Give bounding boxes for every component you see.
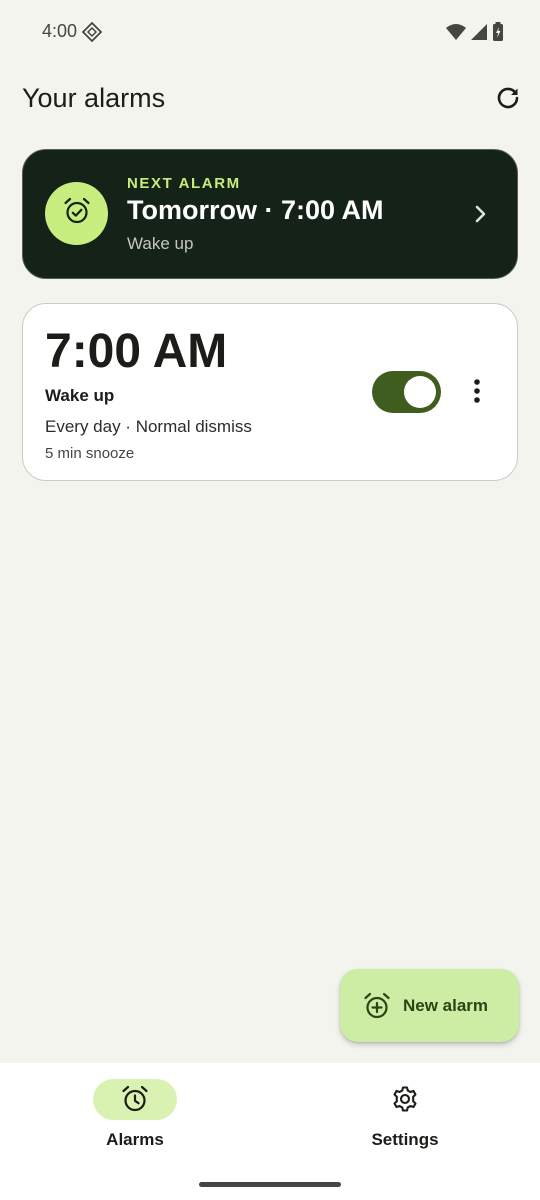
wifi-icon [446,23,466,46]
nav-item-alarms[interactable]: Alarms [0,1063,270,1163]
next-alarm-card[interactable]: NEXT ALARM Tomorrow · 7:00 AM Wake up [22,149,518,279]
nav-item-settings[interactable]: Settings [270,1063,540,1163]
nav-label-settings: Settings [371,1130,439,1149]
alarm-add-icon [363,992,391,1020]
gear-icon [391,1085,419,1113]
alarm-enabled-toggle[interactable] [372,371,441,413]
new-alarm-button[interactable]: New alarm [340,969,519,1042]
signal-icon [470,23,488,46]
bottom-nav: Alarms Settings [0,1063,540,1200]
alarm-time: 7:00 AM [45,325,228,378]
alarm-repeat: Every day · Normal dismiss [45,417,252,436]
alarm-name: Wake up [45,386,115,405]
next-alarm-when: Tomorrow · 7:00 AM [127,195,384,225]
nav-label-alarms: Alarms [106,1130,164,1149]
status-icons [446,22,504,47]
alarm-card[interactable]: 7:00 AM Wake up Every day · Normal dismi… [22,303,518,481]
more-vertical-icon [473,378,481,409]
toggle-knob [404,376,436,408]
battery-charging-icon [492,22,504,47]
chevron-right-icon [469,202,491,226]
new-alarm-label: New alarm [403,996,489,1015]
alarm-check-icon [62,196,92,231]
page-title: Your alarms [22,83,166,113]
next-alarm-eyebrow: NEXT ALARM [127,175,241,192]
diamond-icon [81,21,103,47]
next-alarm-icon-circle [45,182,108,245]
alarm-snooze: 5 min snooze [45,445,135,462]
refresh-icon [495,85,521,116]
status-time: 4:00 [42,21,78,41]
status-bar: 4:00 [0,0,540,64]
alarm-icon [121,1085,149,1113]
refresh-button[interactable] [494,86,522,114]
home-indicator[interactable] [199,1182,341,1187]
more-options-button[interactable] [463,377,491,409]
next-alarm-label: Wake up [127,234,194,253]
